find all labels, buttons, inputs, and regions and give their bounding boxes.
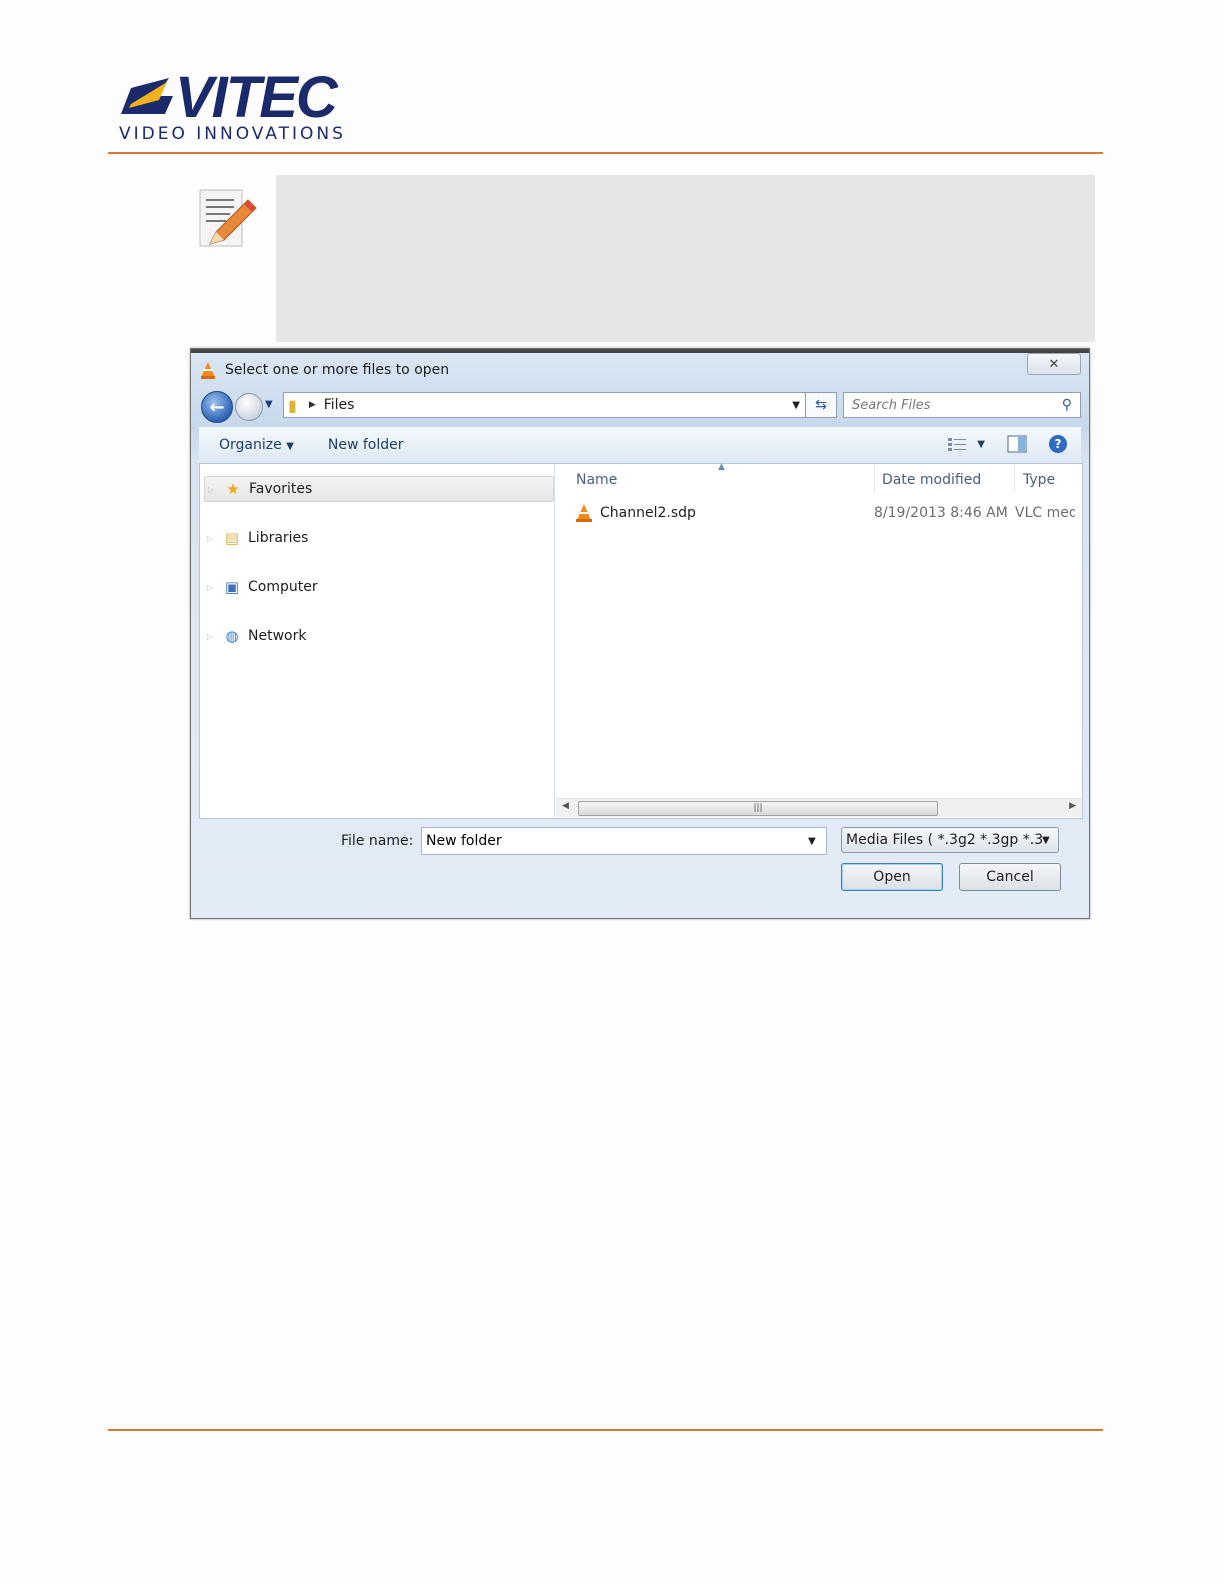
column-headers: ▲ Name Date modified Type [556, 462, 1082, 496]
close-icon: ✕ [1048, 356, 1060, 372]
network-icon: ◍ [225, 627, 239, 645]
footer-rule [108, 1429, 1103, 1431]
breadcrumb-separator-icon: ▶ [308, 400, 316, 410]
file-row[interactable]: Channel2.sdp 8/19/2013 8:46 AM VLC medi [574, 502, 1082, 524]
scroll-right-icon[interactable]: ▶ [1069, 801, 1076, 811]
browser-body: ▷ ★ Favorites ▷ ▤ Libraries ▷ ▣ Computer… [199, 462, 1083, 819]
chevron-down-icon[interactable]: ▼ [808, 836, 816, 847]
note-box [276, 175, 1095, 342]
nav-item-favorites[interactable]: ▷ ★ Favorites [204, 476, 554, 502]
vlc-cone-icon [201, 362, 215, 379]
organize-label: Organize [219, 437, 282, 453]
nav-item-label: Network [248, 628, 307, 644]
open-file-dialog: Select one or more files to open ✕ ← ▼ ▮… [190, 348, 1090, 919]
logo-swoosh-icon [121, 78, 173, 114]
address-bar[interactable]: ▮ ▶ Files ▼ [283, 392, 807, 418]
file-type-select[interactable]: Media Files ( *.3g2 *.3gp *.3gp2 ▼ [841, 827, 1059, 853]
vitec-logo: VITEC VIDEO INNOVATIONS [117, 65, 357, 150]
view-list-icon [948, 438, 967, 451]
search-input[interactable] [844, 396, 1054, 414]
chevron-down-icon: ▼ [1042, 834, 1050, 846]
dialog-title: Select one or more files to open [225, 362, 450, 378]
expand-arrow-icon[interactable]: ▷ [205, 485, 217, 494]
scroll-left-icon[interactable]: ◀ [562, 801, 569, 811]
expand-arrow-icon[interactable]: ▷ [204, 632, 216, 641]
navigation-pane: ▷ ★ Favorites ▷ ▤ Libraries ▷ ▣ Computer… [200, 464, 555, 818]
sort-ascending-icon: ▲ [718, 462, 725, 472]
expand-arrow-icon[interactable]: ▷ [204, 534, 216, 543]
view-dropdown-icon: ▼ [977, 438, 985, 450]
column-date-modified[interactable]: Date modified [882, 472, 981, 488]
file-name-label: File name: [341, 833, 414, 849]
command-toolbar: Organize ▼ New folder ▼ ? [199, 427, 1081, 464]
star-icon: ★ [226, 480, 240, 498]
nav-item-label: Libraries [248, 530, 309, 546]
vlc-cone-icon [576, 504, 592, 522]
refresh-icon: ⇆ [815, 397, 827, 413]
nav-item-libraries[interactable]: ▷ ▤ Libraries [204, 526, 552, 550]
help-icon[interactable]: ? [1049, 435, 1067, 453]
column-name[interactable]: Name [576, 472, 617, 488]
nav-item-label: Computer [248, 579, 318, 595]
logo-word: VITEC [175, 65, 338, 130]
close-button[interactable]: ✕ [1027, 353, 1081, 375]
breadcrumb-files[interactable]: Files [324, 397, 355, 413]
file-date: 8/19/2013 8:46 AM [874, 505, 1008, 521]
dialog-titlebar: Select one or more files to open [199, 359, 449, 381]
file-name-input[interactable] [422, 832, 808, 850]
file-type: VLC medi [1015, 505, 1075, 521]
computer-icon: ▣ [224, 578, 240, 596]
file-name: Channel2.sdp [600, 505, 696, 521]
refresh-button[interactable]: ⇆ [805, 392, 837, 418]
recent-locations-dropdown[interactable]: ▼ [265, 399, 275, 410]
column-separator[interactable] [874, 464, 875, 492]
back-button[interactable]: ← [201, 391, 233, 423]
file-type-value: Media Files ( *.3g2 *.3gp *.3gp2 [846, 832, 1042, 848]
nav-item-computer[interactable]: ▷ ▣ Computer [204, 575, 552, 599]
toolbar-right: ▼ ? [947, 435, 1067, 453]
search-box[interactable]: ⚲ [843, 392, 1081, 418]
back-arrow-icon: ← [209, 396, 225, 418]
address-dropdown-icon[interactable]: ▼ [792, 400, 800, 411]
header-rule [108, 152, 1103, 154]
folder-icon: ▮ [288, 395, 297, 415]
change-view-button[interactable]: ▼ [947, 436, 985, 452]
preview-pane-icon[interactable] [1007, 435, 1027, 453]
nav-item-network[interactable]: ▷ ◍ Network [204, 624, 552, 648]
nav-item-label: Favorites [249, 481, 313, 497]
horizontal-scrollbar[interactable]: ◀ ||| ▶ [556, 798, 1082, 817]
chevron-down-icon: ▼ [286, 441, 294, 452]
expand-arrow-icon[interactable]: ▷ [204, 583, 216, 592]
open-button[interactable]: Open [841, 863, 943, 891]
organize-button[interactable]: Organize ▼ [211, 437, 302, 453]
note-pencil-icon [199, 189, 257, 247]
scrollbar-thumb[interactable]: ||| [578, 801, 938, 816]
file-name-combobox[interactable]: ▼ [421, 827, 827, 855]
logo-tagline: VIDEO INNOVATIONS [119, 124, 346, 144]
column-separator[interactable] [1014, 464, 1015, 492]
cancel-button[interactable]: Cancel [959, 863, 1061, 891]
forward-button[interactable] [235, 393, 263, 421]
search-icon[interactable]: ⚲ [1062, 397, 1072, 413]
libraries-icon: ▤ [224, 529, 240, 547]
column-type[interactable]: Type [1023, 472, 1055, 488]
new-folder-button[interactable]: New folder [320, 437, 412, 453]
dialog-top-strip [191, 349, 1089, 353]
